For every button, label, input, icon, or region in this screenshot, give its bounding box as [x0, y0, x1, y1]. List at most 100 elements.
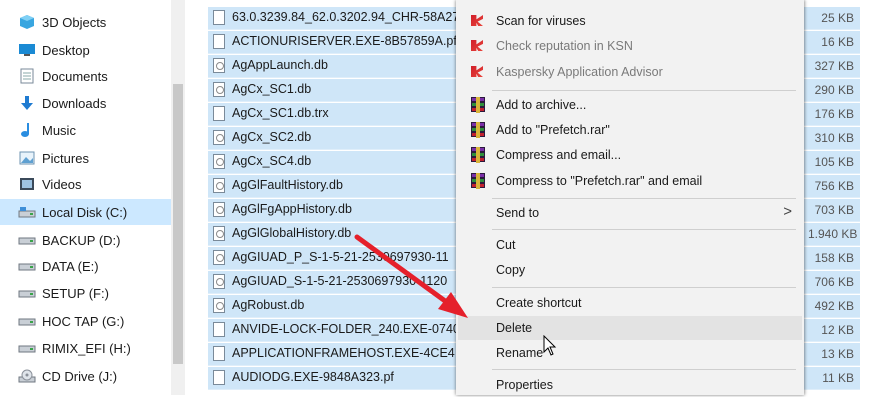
nav-item-label: Desktop: [42, 42, 90, 58]
file-name: AgRobust.db: [232, 298, 305, 312]
cd-drive-icon: [18, 368, 36, 384]
file-name: AgGlFgAppHistory.db: [232, 202, 352, 216]
nav-item[interactable]: Videos: [0, 171, 171, 197]
menu-separator: [492, 287, 796, 288]
database-file-icon: [213, 178, 225, 193]
menu-item-create-shortcut[interactable]: Create shortcut: [458, 291, 802, 315]
drive-icon: [18, 285, 36, 301]
file-icon: [213, 346, 225, 361]
file-size: 25 KB: [821, 11, 854, 25]
menu-item-delete[interactable]: Delete: [458, 316, 802, 340]
nav-item[interactable]: Music: [0, 117, 171, 143]
database-file-icon: [213, 250, 225, 265]
winrar-icon: [470, 97, 486, 113]
menu-item-application-advisor[interactable]: Kaspersky Application Advisor: [458, 60, 802, 84]
file-size: 290 KB: [814, 83, 854, 97]
nav-item-label: HOC TAP (G:): [42, 313, 125, 329]
desktop-icon: [18, 42, 36, 58]
drive-icon: [18, 232, 36, 248]
file-icon: [213, 370, 225, 385]
mouse-cursor-icon: [543, 335, 557, 356]
nav-item[interactable]: Downloads: [0, 90, 171, 116]
file-size: 706 KB: [814, 275, 854, 289]
menu-item-copy[interactable]: Copy: [458, 258, 802, 282]
database-file-icon: [213, 298, 225, 313]
scrollbar-thumb[interactable]: [173, 84, 183, 364]
menu-item-label: Scan for viruses: [496, 14, 586, 28]
nav-item[interactable]: Local Disk (C:): [0, 199, 171, 225]
nav-item-label: CD Drive (J:): [42, 368, 118, 384]
menu-item-rename[interactable]: Rename: [458, 341, 802, 365]
navigation-scrollbar[interactable]: [171, 0, 185, 395]
menu-item-check-reputation[interactable]: Check reputation in KSN: [458, 34, 802, 58]
nav-item-label: Downloads: [42, 95, 107, 111]
file-size: 703 KB: [814, 203, 854, 217]
menu-item-label: Create shortcut: [496, 296, 582, 310]
drive-icon: [18, 340, 36, 356]
nav-item[interactable]: CD Drive (J:): [0, 363, 171, 389]
database-file-icon: [213, 130, 225, 145]
drive-icon: [18, 258, 36, 274]
nav-item[interactable]: SETUP (F:): [0, 280, 171, 306]
file-size: 756 KB: [814, 179, 854, 193]
music-icon: [18, 122, 36, 138]
context-menu: Scan for viruses Check reputation in KSN…: [456, 0, 804, 395]
menu-separator: [492, 90, 796, 91]
file-size: 105 KB: [814, 155, 854, 169]
menu-item-label: Cut: [496, 238, 516, 252]
nav-item[interactable]: DATA (E:): [0, 253, 171, 279]
file-name: ACTIONURISERVER.EXE-8B57859A.pf: [232, 34, 457, 48]
nav-item-label: Local Disk (C:): [42, 204, 128, 220]
menu-item-scan-for-viruses[interactable]: Scan for viruses: [458, 9, 802, 33]
database-file-icon: [213, 274, 225, 289]
nav-item-label: Pictures: [42, 150, 89, 166]
file-icon: [213, 34, 225, 49]
nav-item[interactable]: Pictures: [0, 145, 171, 171]
menu-item-add-to-prefetch-rar[interactable]: Add to "Prefetch.rar": [458, 118, 802, 142]
file-name: AgGIUAD_P_S-1-5-21-2530697930-11: [232, 250, 449, 264]
file-size: 176 KB: [814, 107, 854, 121]
nav-item-label: BACKUP (D:): [42, 232, 121, 248]
nav-item-label: DATA (E:): [42, 258, 99, 274]
nav-item-label: Music: [42, 122, 76, 138]
menu-item-properties[interactable]: Properties: [458, 373, 802, 397]
menu-separator: [492, 198, 796, 199]
file-name: AUDIODG.EXE-9848A323.pf: [232, 370, 394, 384]
nav-item[interactable]: 3D Objects: [0, 9, 171, 35]
menu-item-cut[interactable]: Cut: [458, 233, 802, 257]
kaspersky-icon: [470, 38, 486, 54]
file-icon: [213, 322, 225, 337]
menu-item-label: Kaspersky Application Advisor: [496, 65, 663, 79]
drive-icon: [18, 313, 36, 329]
chevron-right-icon: >: [783, 203, 792, 220]
nav-item[interactable]: BACKUP (D:): [0, 227, 171, 253]
kaspersky-icon: [470, 64, 486, 80]
file-name: AgGIUAD_S-1-5-21-2530697930-1120: [232, 274, 448, 288]
nav-item[interactable]: Documents: [0, 63, 171, 89]
nav-item[interactable]: Desktop: [0, 37, 171, 63]
menu-item-label: Compress and email...: [496, 148, 622, 162]
file-icon: [213, 106, 225, 121]
file-name: AgCx_SC4.db: [232, 154, 312, 168]
nav-item[interactable]: HOC TAP (G:): [0, 308, 171, 334]
menu-item-compress-to-rar-and-email[interactable]: Compress to "Prefetch.rar" and email: [458, 169, 802, 193]
file-icon: [213, 10, 225, 25]
pictures-icon: [18, 150, 36, 166]
nav-item[interactable]: RIMIX_EFI (H:): [0, 335, 171, 361]
winrar-icon: [470, 122, 486, 138]
documents-icon: [18, 68, 36, 84]
menu-item-add-to-archive[interactable]: Add to archive...: [458, 93, 802, 117]
menu-item-send-to[interactable]: Send to >: [458, 201, 802, 225]
nav-item-label: Documents: [42, 68, 108, 84]
3d-objects-icon: [18, 14, 36, 30]
nav-item-label: RIMIX_EFI (H:): [42, 340, 131, 356]
file-name: 63.0.3239.84_62.0.3202.94_CHR-58A27: [232, 10, 460, 24]
menu-item-compress-and-email[interactable]: Compress and email...: [458, 143, 802, 167]
menu-item-label: Copy: [496, 263, 526, 277]
file-name: AgGlGlobalHistory.db: [232, 226, 352, 240]
file-size: 327 KB: [814, 59, 854, 73]
file-name: ANVIDE-LOCK-FOLDER_240.EXE-0740: [232, 322, 460, 336]
menu-item-label: Delete: [496, 321, 533, 335]
menu-item-label: Add to "Prefetch.rar": [496, 123, 610, 137]
database-file-icon: [213, 58, 225, 73]
